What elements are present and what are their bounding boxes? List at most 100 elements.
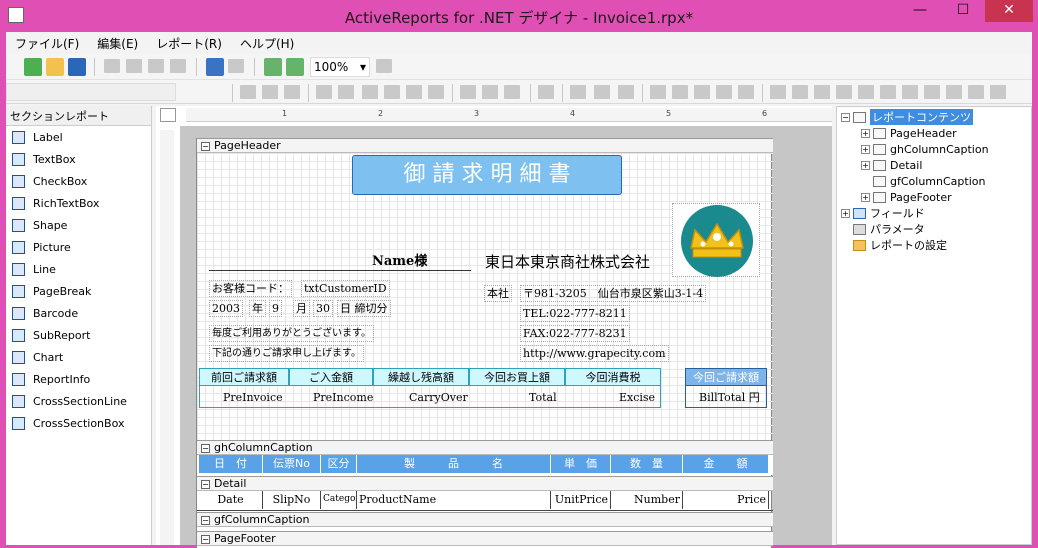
numbering-icon[interactable] — [482, 85, 498, 99]
tree-report-settings[interactable]: レポートの設定 — [853, 237, 947, 253]
summary-header-tax[interactable]: 今回消費税 — [565, 368, 661, 386]
indent-icon[interactable] — [504, 85, 520, 99]
year-unit[interactable]: 年 — [249, 300, 266, 317]
h-spacing-icon[interactable] — [770, 85, 786, 99]
zoom-in-icon[interactable] — [264, 58, 282, 76]
section-page-header[interactable]: − PageHeader — [197, 138, 773, 153]
message-1[interactable]: 毎度ご利用ありがとうございます。 — [209, 325, 374, 342]
layout-icon[interactable] — [538, 85, 554, 99]
logo-picture[interactable] — [672, 203, 760, 277]
v-spacing-icon[interactable] — [792, 85, 808, 99]
unit-price-field[interactable]: UnitPrice — [551, 491, 611, 509]
summary-header-total[interactable]: 今回ご請求額 — [685, 368, 767, 386]
font-color-icon[interactable] — [316, 85, 332, 99]
col-category[interactable]: 区分 — [321, 455, 357, 473]
col-unit-price[interactable]: 単 価 — [551, 455, 611, 473]
same-width-icon[interactable] — [716, 85, 732, 99]
slip-no-field[interactable]: SlipNo — [263, 491, 321, 509]
tool-label[interactable]: Label — [6, 126, 151, 148]
tool-chart[interactable]: Chart — [6, 346, 151, 368]
open-folder-icon[interactable] — [46, 58, 64, 76]
save-icon[interactable] — [68, 58, 86, 76]
justify-icon[interactable] — [428, 85, 444, 99]
report-title[interactable]: 御 請 求 明 細 書 — [352, 155, 622, 195]
customer-name[interactable]: Name様 — [372, 250, 427, 269]
menu-report[interactable]: レポート(R) — [147, 32, 231, 52]
tab-order-icon[interactable] — [990, 85, 1006, 99]
tree-detail[interactable]: + Detail — [861, 157, 922, 173]
price-field[interactable]: Price — [683, 491, 769, 509]
product-name-field[interactable]: ProductName — [357, 491, 551, 509]
delete-icon[interactable] — [170, 59, 186, 73]
align-right-icon[interactable] — [406, 85, 422, 99]
date-field[interactable]: Date — [199, 491, 263, 509]
tool-crosssectionline[interactable]: CrossSectionLine — [6, 390, 151, 412]
italic-icon[interactable] — [262, 85, 278, 99]
paste-icon[interactable] — [148, 59, 164, 73]
copy-icon[interactable] — [126, 59, 142, 73]
section-gh-column-caption[interactable]: − ghColumnCaption — [197, 440, 773, 455]
tool-crosssectionbox[interactable]: CrossSectionBox — [6, 412, 151, 434]
equal-spacing-icon[interactable] — [814, 85, 830, 99]
zoom-out-icon[interactable] — [286, 58, 304, 76]
url-field[interactable]: http://www.grapecity.com — [520, 345, 669, 362]
tel-field[interactable]: TEL:022-777-8211 — [520, 305, 630, 322]
tool-richtextbox[interactable]: RichTextBox — [6, 192, 151, 214]
align-center-icon[interactable] — [384, 85, 400, 99]
col-quantity[interactable]: 数 量 — [611, 455, 683, 473]
section-gf-column-caption[interactable]: − gfColumnCaption — [197, 512, 773, 527]
carryover-field[interactable]: CarryOver — [407, 390, 470, 405]
tree-root[interactable]: − レポートコンテンツ — [841, 109, 973, 125]
hide-icon[interactable] — [946, 85, 962, 99]
align-lefts-icon[interactable] — [570, 85, 586, 99]
summary-header-carryover[interactable]: 繰越し残高額 — [373, 368, 469, 386]
address-label[interactable]: 本社 — [484, 285, 512, 302]
tree-parameters[interactable]: パラメータ — [853, 221, 925, 237]
align-bottoms-icon[interactable] — [694, 85, 710, 99]
tool-checkbox[interactable]: CheckBox — [6, 170, 151, 192]
redo-icon[interactable] — [228, 59, 244, 73]
zoom-select[interactable]: 100% ▾ — [310, 57, 370, 77]
bring-front-icon[interactable] — [836, 85, 852, 99]
cut-icon[interactable] — [104, 59, 120, 73]
grid-icon[interactable] — [902, 85, 918, 99]
fax-field[interactable]: FAX:022-777-8231 — [520, 325, 630, 342]
align-tops-icon[interactable] — [650, 85, 666, 99]
align-middles-icon[interactable] — [672, 85, 688, 99]
order-icon[interactable] — [968, 85, 984, 99]
close-button[interactable]: ✕ — [985, 0, 1033, 22]
col-product[interactable]: 製 品 名 — [357, 455, 551, 473]
previous-income-field[interactable]: PreIncome — [311, 390, 375, 405]
year-field[interactable]: 2003 — [209, 300, 243, 317]
bold-icon[interactable] — [240, 85, 256, 99]
tool-subreport[interactable]: SubReport — [6, 324, 151, 346]
message-2[interactable]: 下記の通りご請求申し上げます。 — [209, 345, 364, 362]
category-field[interactable]: Category — [321, 491, 357, 509]
tool-barcode[interactable]: Barcode — [6, 302, 151, 324]
section-page-footer[interactable]: − PageFooter — [197, 531, 773, 546]
menu-file[interactable]: ファイル(F) — [6, 32, 88, 52]
minimize-button[interactable]: — — [900, 0, 940, 22]
bill-total-field[interactable]: BillTotal 円 — [697, 390, 762, 405]
tool-pagebreak[interactable]: PageBreak — [6, 280, 151, 302]
previous-invoice-field[interactable]: PreInvoice — [221, 390, 285, 405]
col-date[interactable]: 日 付 — [199, 455, 263, 473]
address-field[interactable]: 〒981-3205 仙台市泉区紫山3-1-4 — [520, 285, 707, 302]
underline-icon[interactable] — [284, 85, 300, 99]
col-amount[interactable]: 金 額 — [683, 455, 769, 473]
tool-line[interactable]: Line — [6, 258, 151, 280]
style-select[interactable] — [6, 83, 176, 101]
total-field[interactable]: Total — [527, 390, 559, 405]
tree-gh-column-caption[interactable]: + ghColumnCaption — [861, 141, 989, 157]
lock-icon[interactable] — [924, 85, 940, 99]
snap-icon[interactable] — [880, 85, 896, 99]
align-centers-icon[interactable] — [594, 85, 610, 99]
maximize-button[interactable]: ☐ — [943, 0, 983, 22]
summary-header-purchase[interactable]: 今回お買上額 — [469, 368, 565, 386]
tool-shape[interactable]: Shape — [6, 214, 151, 236]
customer-code-field[interactable]: txtCustomerID — [301, 280, 390, 297]
tool-textbox[interactable]: TextBox — [6, 148, 151, 170]
number-field[interactable]: Number — [611, 491, 683, 509]
tree-page-footer[interactable]: + PageFooter — [861, 189, 952, 205]
align-left-icon[interactable] — [362, 85, 378, 99]
